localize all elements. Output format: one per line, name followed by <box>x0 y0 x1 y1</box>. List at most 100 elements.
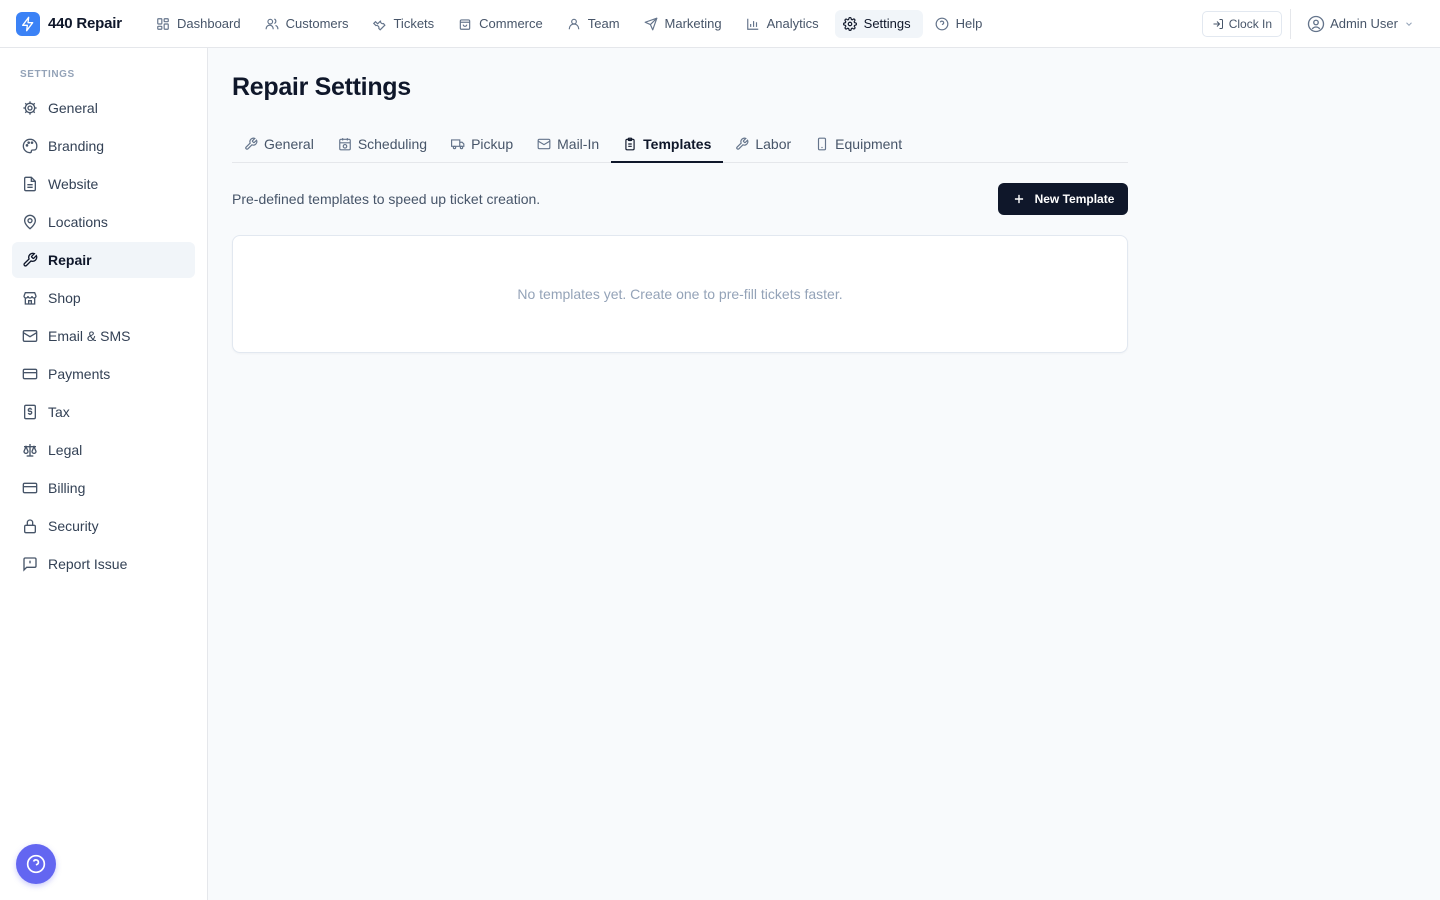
tab-label: Mail-In <box>557 136 600 152</box>
tab-label: Equipment <box>835 136 903 152</box>
main-nav: Dashboard Customers Tickets Commerce Tea… <box>148 9 995 38</box>
nav-settings[interactable]: Settings <box>834 9 923 38</box>
tab-label: Labor <box>755 136 792 152</box>
user-name: Admin User <box>1330 16 1398 31</box>
sidebar-item-security[interactable]: Security <box>12 508 195 544</box>
nav-label: Marketing <box>664 16 722 31</box>
sidebar-item-branding[interactable]: Branding <box>12 128 195 164</box>
sidebar-item-legal[interactable]: Legal <box>12 432 195 468</box>
tab-label: Pickup <box>471 136 514 152</box>
divider <box>1290 8 1292 39</box>
sidebar-item-tax[interactable]: Tax <box>12 394 195 430</box>
nav-label: Analytics <box>766 16 819 31</box>
credit-card-icon <box>22 480 38 496</box>
wrench-icon <box>372 17 387 31</box>
nav-label: Commerce <box>479 16 543 31</box>
tab-pickup[interactable]: Pickup <box>439 126 525 162</box>
sidebar-list: General Branding Website Locations Repai… <box>12 90 195 584</box>
sidebar-item-report-issue[interactable]: Report Issue <box>12 546 195 582</box>
sidebar-item-label: Repair <box>48 252 92 268</box>
sidebar-item-label: Payments <box>48 366 111 382</box>
nav-analytics[interactable]: Analytics <box>738 10 831 38</box>
bag-icon <box>458 17 472 31</box>
sidebar-item-payments[interactable]: Payments <box>12 356 195 392</box>
nav-label: Settings <box>863 16 911 31</box>
nav-commerce[interactable]: Commerce <box>450 10 555 38</box>
brand-name: 440 Repair <box>48 15 122 32</box>
tab-scheduling[interactable]: Scheduling <box>326 126 439 162</box>
wrench-icon <box>22 252 38 268</box>
sidebar-item-shop[interactable]: Shop <box>12 280 195 316</box>
nav-marketing[interactable]: Marketing <box>636 10 734 38</box>
nav-dashboard[interactable]: Dashboard <box>148 10 253 38</box>
brand[interactable]: 440 Repair <box>0 11 148 36</box>
user-circle-icon <box>1307 15 1325 33</box>
nav-label: Team <box>587 16 620 31</box>
file-icon <box>22 176 38 192</box>
sidebar-item-label: Legal <box>48 442 83 458</box>
scale-icon <box>22 442 38 458</box>
help-circle-icon <box>935 17 949 31</box>
send-icon <box>644 17 658 31</box>
nav-tickets[interactable]: Tickets <box>364 10 446 38</box>
tab-mail-in[interactable]: Mail-In <box>525 126 611 162</box>
sidebar-heading: SETTINGS <box>20 69 75 80</box>
bolt-icon <box>16 11 40 36</box>
templates-empty-state: No templates yet. Create one to pre-fill… <box>232 235 1128 353</box>
user-icon <box>567 17 581 31</box>
gear-icon <box>842 16 857 31</box>
alert-message-icon <box>22 556 38 572</box>
sidebar-item-locations[interactable]: Locations <box>12 204 195 240</box>
chevron-down-icon <box>1404 19 1414 29</box>
sidebar-item-label: Email & SMS <box>48 328 131 344</box>
smartphone-icon <box>815 137 829 151</box>
sidebar-item-email-sms[interactable]: Email & SMS <box>12 318 195 354</box>
nav-help[interactable]: Help <box>927 10 995 38</box>
sidebar-item-label: Branding <box>48 138 105 154</box>
dashboard-icon <box>156 17 170 31</box>
tab-equipment[interactable]: Equipment <box>803 126 914 162</box>
nav-team[interactable]: Team <box>559 10 632 38</box>
new-template-button[interactable]: New Template <box>998 183 1128 215</box>
sidebar-item-billing[interactable]: Billing <box>12 470 195 506</box>
sidebar-item-label: Shop <box>48 290 81 306</box>
sidebar-item-repair[interactable]: Repair <box>12 242 195 278</box>
sidebar-item-label: Locations <box>48 214 108 230</box>
sidebar-item-label: Report Issue <box>48 556 128 572</box>
sidebar-item-website[interactable]: Website <box>12 166 195 202</box>
help-fab-button[interactable] <box>16 844 56 884</box>
truck-icon <box>451 137 465 151</box>
nav-label: Dashboard <box>177 16 241 31</box>
map-pin-icon <box>22 214 38 230</box>
clock-in-label: Clock In <box>1228 16 1273 31</box>
tab-label: Scheduling <box>357 136 428 152</box>
receipt-icon <box>22 404 38 420</box>
bar-chart-icon <box>746 17 760 31</box>
palette-icon <box>22 138 38 154</box>
lock-icon <box>22 518 38 534</box>
sidebar-item-general[interactable]: General <box>12 90 195 126</box>
users-icon <box>265 17 279 31</box>
user-menu[interactable]: Admin User <box>1307 15 1414 33</box>
settings-sidebar: SETTINGS General Branding Website Locati… <box>0 48 208 900</box>
tab-labor[interactable]: Labor <box>723 126 803 162</box>
templates-description: Pre-defined templates to speed up ticket… <box>232 191 541 207</box>
nav-customers[interactable]: Customers <box>257 10 361 38</box>
mail-icon <box>537 137 551 151</box>
plus-icon <box>1012 192 1026 206</box>
mail-icon <box>22 328 38 344</box>
help-circle-icon <box>26 854 46 874</box>
sidebar-item-label: Website <box>48 176 99 192</box>
nav-label: Customers <box>285 16 349 31</box>
gear-icon <box>22 100 38 116</box>
store-icon <box>22 290 38 306</box>
nav-label: Help <box>955 16 983 31</box>
tab-templates[interactable]: Templates <box>611 126 724 163</box>
calendar-clock-icon <box>338 137 352 151</box>
tab-label: General <box>264 136 314 152</box>
log-in-icon <box>1212 18 1224 30</box>
top-nav: 440 Repair Dashboard Customers Tickets C… <box>0 0 1440 48</box>
new-template-label: New Template <box>1034 192 1115 206</box>
clock-in-button[interactable]: Clock In <box>1201 10 1283 37</box>
tab-general[interactable]: General <box>232 126 326 162</box>
